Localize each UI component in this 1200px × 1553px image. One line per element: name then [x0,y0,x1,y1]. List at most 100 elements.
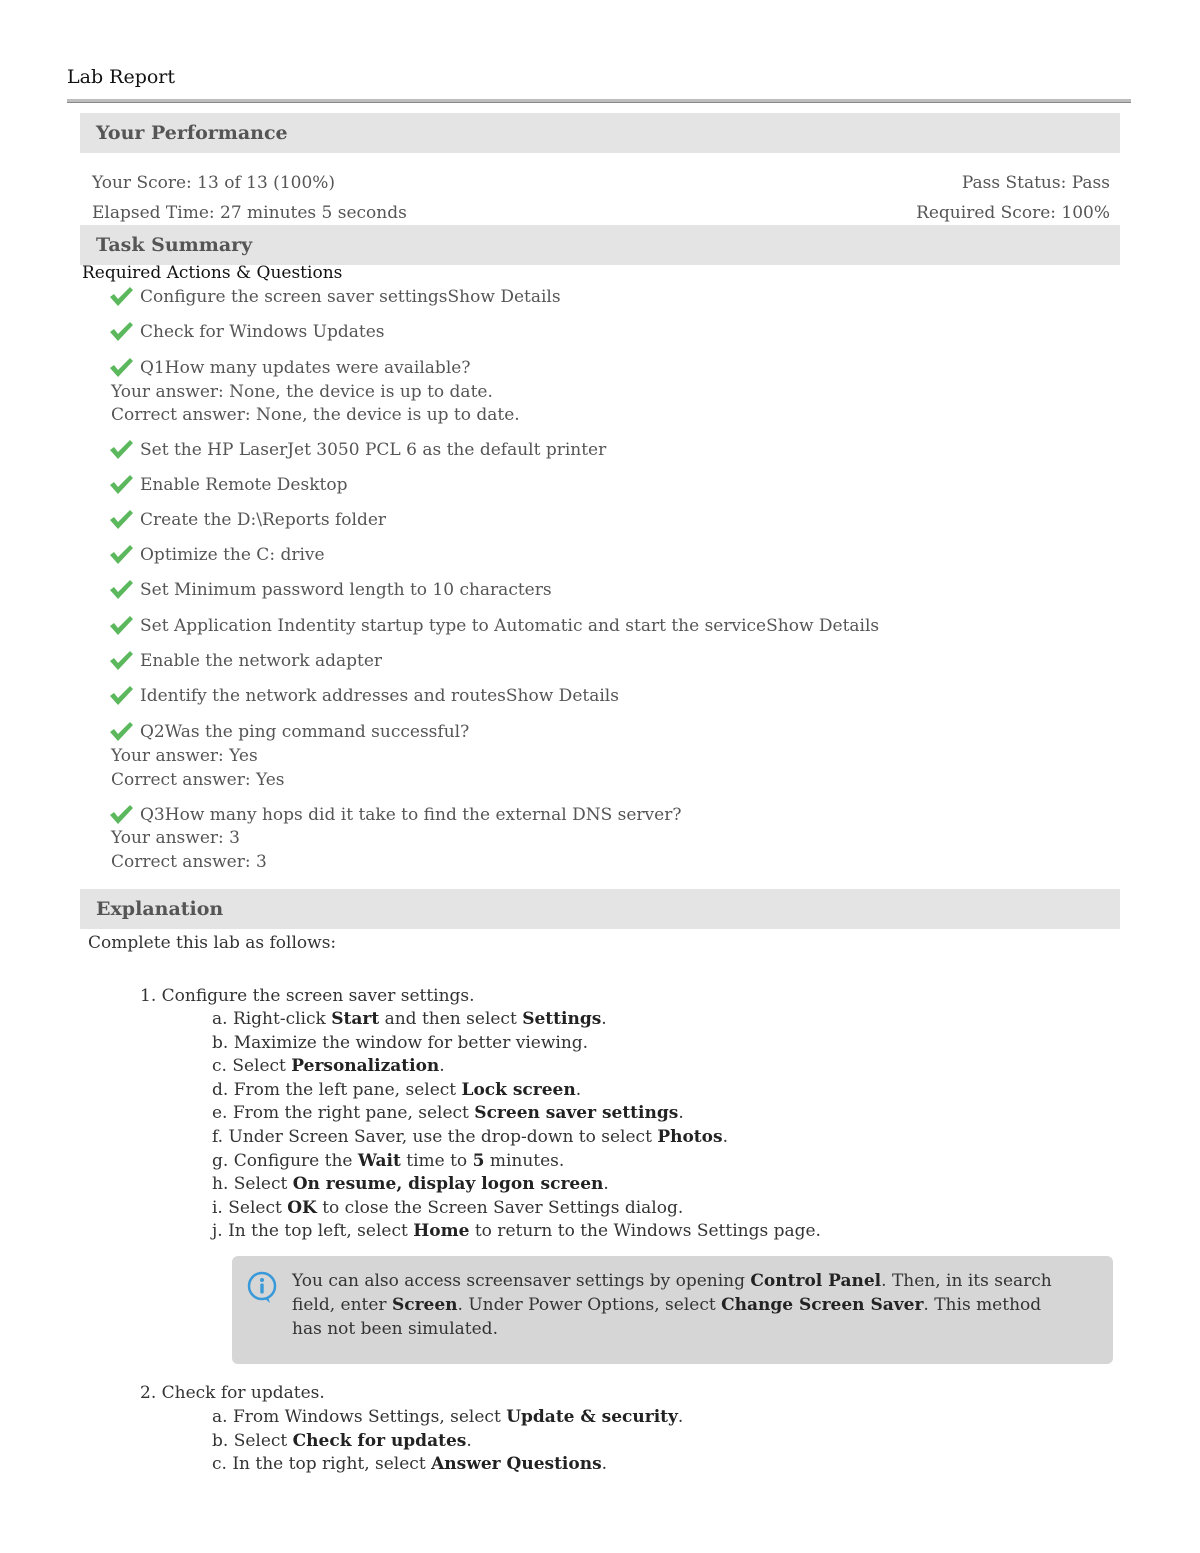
bold-term: Home [413,1221,470,1242]
substep-item: b. Select Check for updates. [212,1431,472,1451]
bold-term: Screen saver settings [474,1103,679,1124]
score-text: Your Score: 13 of 13 (100%) [92,173,336,193]
checkmark-icon [110,580,133,599]
q1-correct-answer: Correct answer: None, the device is up t… [111,405,520,425]
text-segment: . [722,1127,728,1147]
text-segment: a. Right-click [212,1009,332,1029]
task-item: Q3How many hops did it take to find the … [108,804,681,826]
task-label: Q1How many updates were available? [140,358,471,378]
task-item: Identify the network addresses and route… [108,685,619,707]
task-item: Create the D:\Reports folder [108,509,386,531]
task-label: Q2Was the ping command successful? [140,722,470,742]
bold-term: Control Panel [750,1271,882,1291]
text-segment: time to [400,1150,473,1171]
task-item: Check for Windows Updates [108,321,385,343]
task-label: Optimize the C: drive [140,545,325,565]
bold-term: Photos [657,1127,723,1147]
bold-term: OK [287,1197,317,1218]
required-score-text: Required Score: 100% [916,203,1110,223]
text-segment: . [439,1056,445,1077]
q1-your-answer: Your answer: None, the device is up to d… [111,382,493,402]
bold-term: Start [331,1009,380,1029]
text-segment: . [677,1407,684,1427]
text-segment: b. Select [212,1430,293,1451]
text-segment: and then select [379,1009,523,1029]
elapsed-time-text: Elapsed Time: 27 minutes 5 seconds [92,203,407,223]
text-segment: c. Select [212,1056,292,1077]
task-label: Create the D:\Reports folder [140,510,387,530]
text-segment: . [678,1103,684,1124]
checkmark-icon [110,440,133,459]
text-segment: . [601,1454,608,1474]
text-segment: e. From the right pane, select [212,1103,475,1124]
substep-item: c. Select Personalization. [212,1056,445,1076]
score-row: Your Score: 13 of 13 (100%) Pass Status:… [92,173,1110,193]
task-label: Configure the screen saver settingsShow … [140,287,561,307]
task-summary-heading: Task Summary [80,225,1120,265]
q3-correct-answer: Correct answer: 3 [111,852,267,872]
checkmark-icon [110,287,133,306]
page-title: Lab Report [67,66,176,88]
bold-term: On resume, display logon screen [292,1174,604,1195]
task-item: Enable the network adapter [108,650,382,672]
text-segment: . [466,1430,472,1451]
bold-term: 5 [472,1150,485,1171]
step-1-title: 1. Configure the screen saver settings. [140,986,475,1006]
task-label: Set Application Indentity startup type t… [140,616,880,636]
text-segment: to close the Screen Saver Settings dialo… [316,1197,684,1218]
text-segment: c. In the top right, select [212,1454,432,1474]
text-segment: i. Select [212,1197,288,1218]
bold-term: Wait [357,1150,401,1171]
task-item: Q2Was the ping command successful? [108,721,469,743]
text-segment: d. From the left pane, select [212,1079,462,1100]
text-segment: g. Configure the [212,1150,358,1171]
explanation-intro: Complete this lab as follows: [88,933,337,953]
task-label: Enable the network adapter [140,651,383,671]
task-label: Enable Remote Desktop [140,475,348,495]
checkmark-icon [110,322,133,341]
checkmark-icon [110,616,133,635]
q3-your-answer: Your answer: 3 [111,828,240,848]
text-segment: minutes. [484,1150,565,1171]
text-segment: . [603,1174,609,1195]
checkmark-icon [110,475,133,494]
substep-item: g. Configure the Wait time to 5 minutes. [212,1151,564,1171]
task-item: Configure the screen saver settingsShow … [108,286,561,308]
pass-status-text: Pass Status: Pass [961,173,1110,193]
text-segment: . [575,1079,582,1100]
info-icon [247,1271,277,1303]
substep-item: e. From the right pane, select Screen sa… [212,1103,684,1123]
substep-item: a. Right-click Start and then select Set… [212,1009,607,1029]
bold-term: Update & security [506,1407,678,1427]
substep-item: a. From Windows Settings, select Update … [212,1407,683,1427]
text-segment: . [601,1009,607,1029]
q2-correct-answer: Correct answer: Yes [111,770,285,790]
text-segment: a. From Windows Settings, select [212,1407,507,1427]
task-label: Set the HP LaserJet 3050 PCL 6 as the de… [140,440,607,460]
bold-term: Settings [522,1009,602,1029]
checkmark-icon [110,358,133,377]
substep-item: c. In the top right, select Answer Quest… [212,1454,607,1474]
task-item: Enable Remote Desktop [108,474,347,496]
required-actions-label: Required Actions & Questions [82,263,343,283]
task-item: Set the HP LaserJet 3050 PCL 6 as the de… [108,439,606,461]
explanation-heading: Explanation [80,889,1120,929]
checkmark-icon [110,722,133,741]
task-item: Q1How many updates were available? [108,357,470,379]
info-note: You can also access screensaver settings… [232,1256,1113,1364]
bold-term: Check for updates [292,1430,467,1451]
substep-item: j. In the top left, select Home to retur… [212,1221,821,1241]
performance-heading: Your Performance [80,113,1120,153]
task-item: Set Minimum password length to 10 charac… [108,579,552,601]
text-segment: j. In the top left, select [212,1221,414,1242]
substep-item: f. Under Screen Saver, use the drop-down… [212,1127,728,1147]
substep-item: i. Select OK to close the Screen Saver S… [212,1198,683,1218]
substep-item: d. From the left pane, select Lock scree… [212,1080,581,1100]
bold-term: Lock screen [461,1079,576,1100]
task-item: Set Application Indentity startup type t… [108,615,879,637]
bold-term: Screen [391,1295,458,1315]
time-row: Elapsed Time: 27 minutes 5 seconds Requi… [92,203,1110,223]
step-2-title: 2. Check for updates. [140,1383,325,1403]
checkmark-icon [110,805,133,824]
task-label: Identify the network addresses and route… [140,686,619,706]
